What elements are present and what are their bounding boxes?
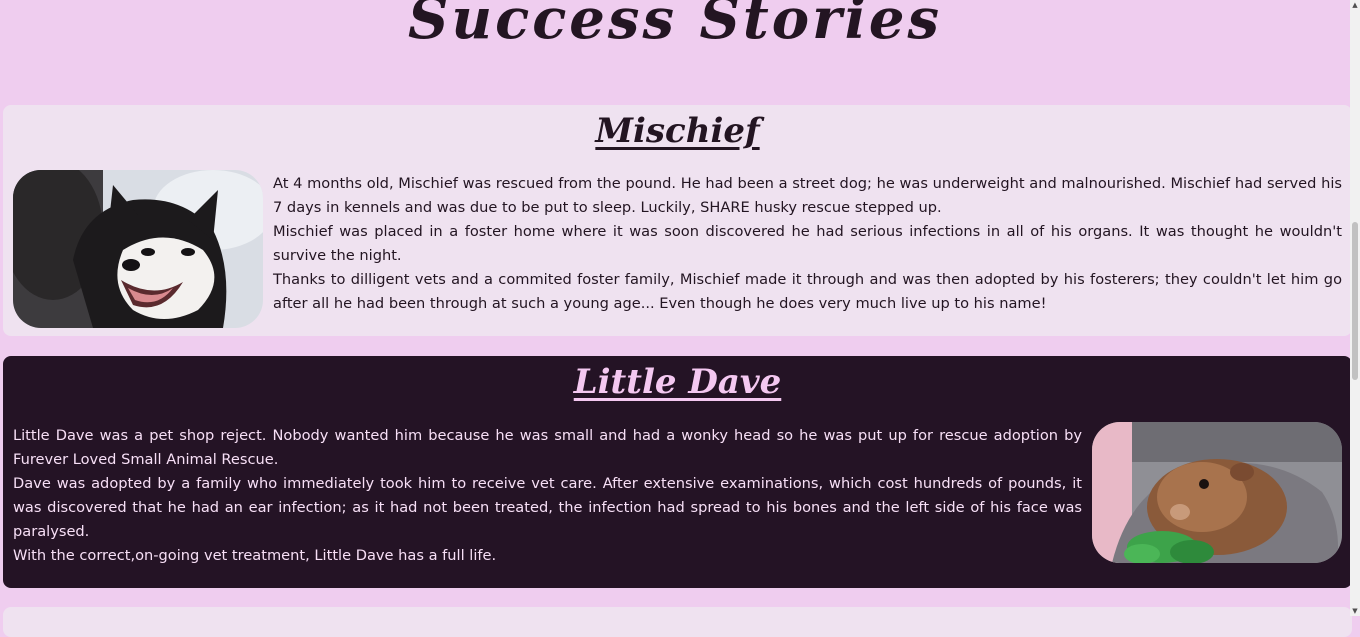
story-title: Mischief bbox=[595, 111, 760, 151]
story-text: At 4 months old, Mischief was rescued fr… bbox=[273, 172, 1342, 316]
scroll-up-arrow-icon[interactable]: ▲ bbox=[1350, 0, 1360, 10]
story-card-mischief: Mischief At 4 months old, Mischief was r… bbox=[3, 105, 1352, 336]
story-paragraph: Mischief was placed in a foster home whe… bbox=[273, 223, 1342, 264]
story-card-little-dave: Little Dave Little Dave was a pet shop r… bbox=[3, 356, 1352, 588]
story-text: Little Dave was a pet shop reject. Nobod… bbox=[13, 424, 1082, 568]
guinea-pig-photo bbox=[1092, 422, 1342, 563]
story-paragraph: Little Dave was a pet shop reject. Nobod… bbox=[13, 427, 1082, 468]
story-title: Little Dave bbox=[573, 362, 782, 402]
story-paragraph: At 4 months old, Mischief was rescued fr… bbox=[273, 175, 1342, 216]
story-paragraph: Thanks to dilligent vets and a commited … bbox=[273, 271, 1342, 312]
scroll-down-arrow-icon[interactable]: ▼ bbox=[1350, 606, 1360, 616]
husky-dog-photo bbox=[13, 170, 263, 328]
story-paragraph: With the correct,on-going vet treatment,… bbox=[13, 547, 497, 564]
scrollbar-thumb[interactable] bbox=[1352, 222, 1358, 380]
page-title: Success Stories bbox=[407, 0, 943, 52]
vertical-scrollbar[interactable]: ▲ ▼ bbox=[1350, 0, 1360, 616]
story-paragraph: Dave was adopted by a family who immedia… bbox=[13, 475, 1082, 540]
story-card-next bbox=[3, 607, 1352, 637]
